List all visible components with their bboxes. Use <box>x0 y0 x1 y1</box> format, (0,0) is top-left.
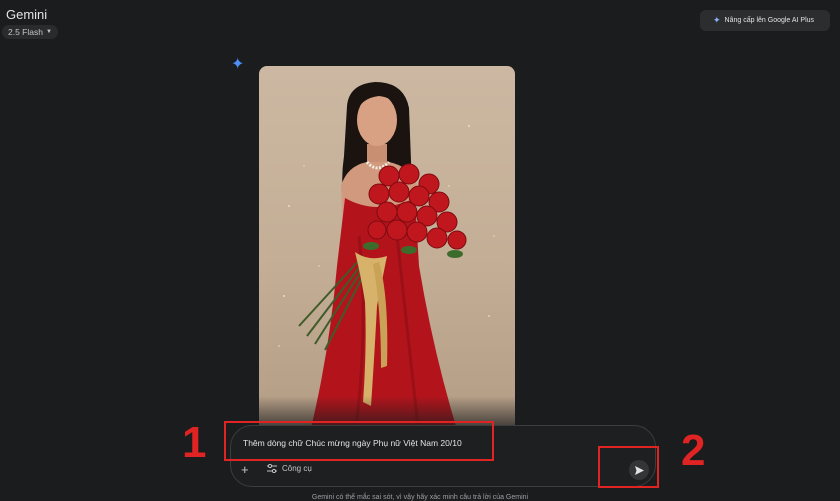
highlight-box-send <box>598 446 659 488</box>
upgrade-label: Nâng cấp lên Google AI Plus <box>724 17 815 24</box>
plus-icon: + <box>241 462 249 477</box>
step-number-1: 1 <box>182 418 207 467</box>
sparkle-icon: ✦ <box>713 15 721 25</box>
model-label: 2.5 Flash <box>8 27 43 37</box>
upgrade-button[interactable]: ✦ Nâng cấp lên Google AI Plus <box>700 10 830 31</box>
tools-button[interactable]: Công cụ <box>267 464 312 473</box>
highlight-box-prompt <box>224 421 494 461</box>
tools-label: Công cụ <box>282 464 312 473</box>
add-attachment-button[interactable]: + <box>241 462 249 477</box>
model-selector[interactable]: 2.5 Flash ▼ <box>2 25 58 39</box>
generated-image[interactable] <box>259 66 515 436</box>
app-title: Gemini <box>6 7 48 22</box>
gemini-sparkle-icon: ✦ <box>231 56 245 73</box>
step-number-2: 2 <box>681 426 706 475</box>
woman-illustration <box>278 82 495 436</box>
caret-down-icon: ▼ <box>45 29 52 35</box>
sliders-icon <box>267 464 277 473</box>
